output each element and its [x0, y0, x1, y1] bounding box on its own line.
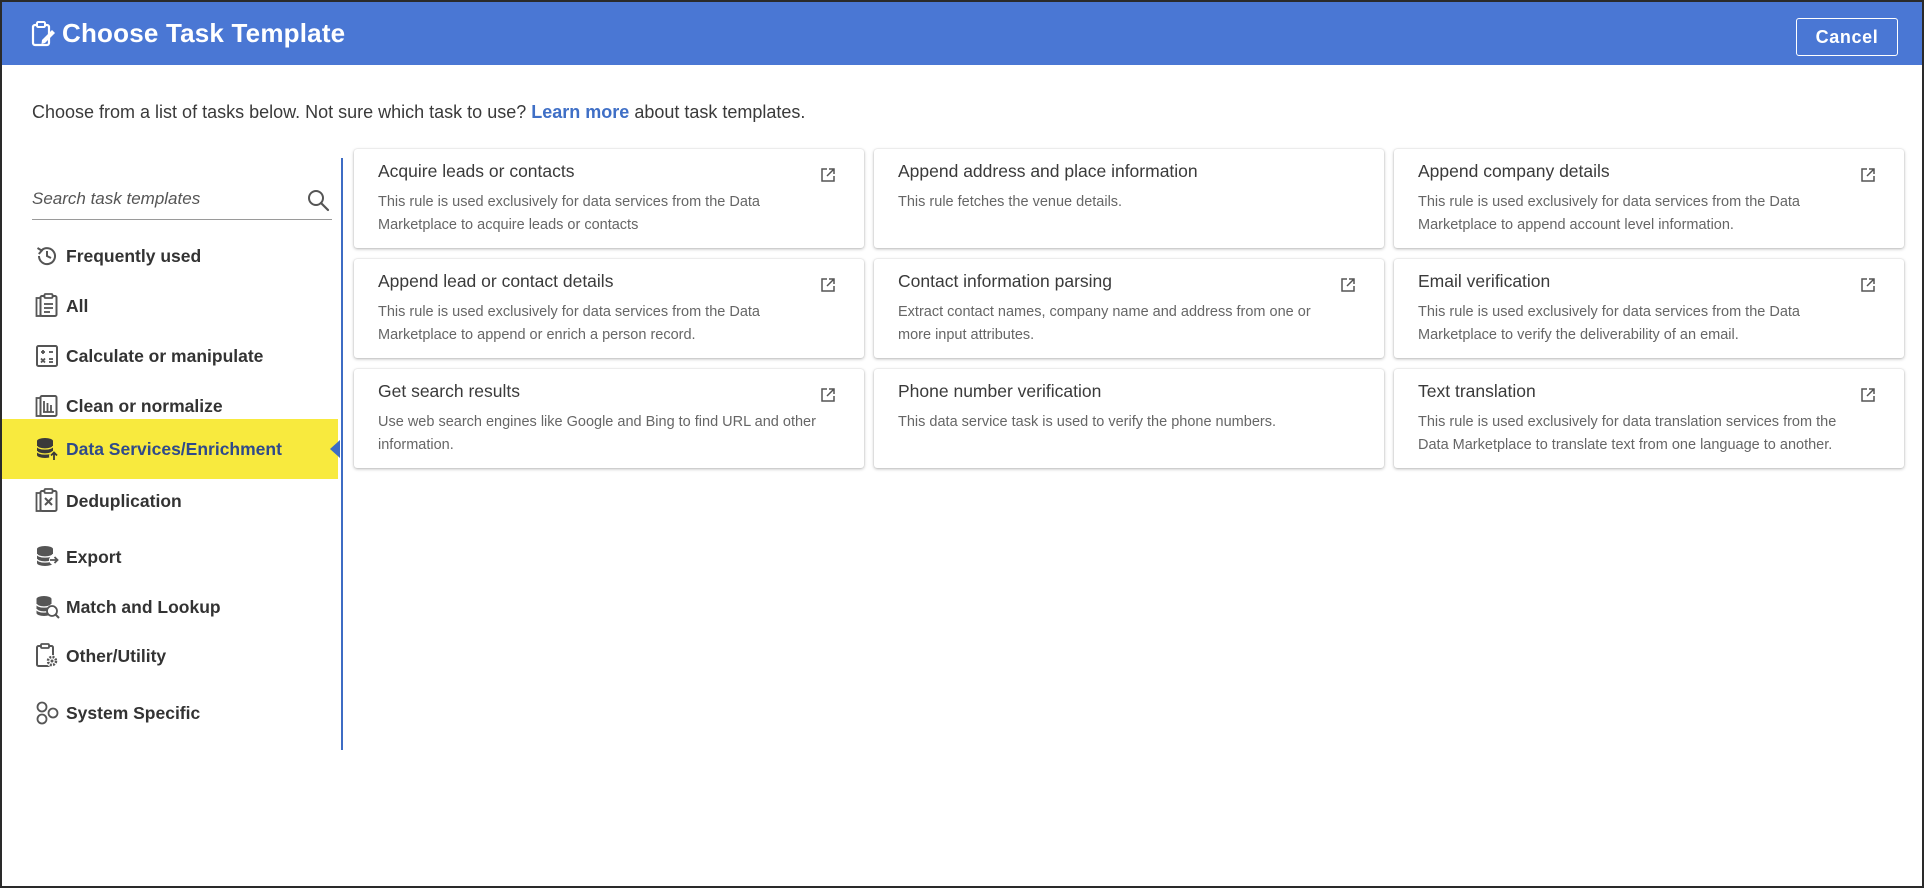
calculator-icon: [34, 343, 60, 369]
search-icon[interactable]: [306, 188, 330, 212]
dialog-header: Choose Task Template Cancel: [2, 2, 1922, 65]
clipboard-edit-icon: [30, 20, 56, 48]
category-sidebar: Frequently used All: [2, 152, 342, 752]
template-card-append-company[interactable]: Append company details This rule is used…: [1394, 149, 1904, 248]
shapes-icon: [34, 700, 60, 726]
card-description: This rule fetches the venue details.: [898, 194, 1123, 210]
external-link-icon[interactable]: [820, 277, 836, 293]
sidebar-item-data-services-enrichment[interactable]: Data Services/Enrichment: [2, 419, 340, 479]
template-card-contact-parsing[interactable]: Contact information parsing Extract cont…: [874, 259, 1384, 358]
sidebar-item-label: Export: [66, 546, 122, 567]
cancel-button[interactable]: Cancel: [1796, 18, 1898, 56]
sidebar-item-system-specific[interactable]: System Specific: [2, 684, 340, 742]
external-link-icon[interactable]: [1340, 277, 1356, 293]
card-title: Get search results: [378, 381, 520, 401]
sidebar-item-label: Frequently used: [66, 245, 202, 266]
intro-before: Choose from a list of tasks below. Not s…: [32, 102, 527, 122]
card-title: Email verification: [1418, 271, 1551, 291]
task-template-dialog: Choose Task Template Cancel Choose from …: [0, 0, 1924, 888]
card-title: Append address and place information: [898, 161, 1198, 181]
card-title: Append lead or contact details: [378, 271, 614, 291]
template-card-append-lead[interactable]: Append lead or contact details This rule…: [354, 259, 864, 358]
database-search-icon: [34, 594, 60, 620]
card-description: This rule is used exclusively for data s…: [1418, 194, 1800, 233]
clipboard-gear-icon: [34, 643, 60, 669]
sidebar-item-label: Data Services/Enrichment: [66, 438, 282, 459]
sidebar-divider: [341, 158, 343, 750]
card-description: Use web search engines like Google and B…: [378, 414, 816, 453]
sidebar-item-label: Other/Utility: [66, 645, 167, 666]
sidebar-item-other-utility[interactable]: Other/Utility: [2, 627, 340, 685]
history-icon: [34, 243, 60, 269]
database-enrich-icon: [34, 436, 60, 462]
search-input[interactable]: [32, 184, 292, 214]
card-title: Acquire leads or contacts: [378, 161, 575, 181]
card-title: Text translation: [1418, 381, 1536, 401]
sidebar-item-label: Deduplication: [66, 490, 182, 511]
external-link-icon[interactable]: [1860, 167, 1876, 183]
clipboard-list-icon: [34, 293, 60, 319]
dialog-title: Choose Task Template: [62, 18, 346, 48]
intro-text: Choose from a list of tasks below. Not s…: [32, 102, 805, 123]
sidebar-item-label: Clean or normalize: [66, 395, 223, 416]
card-description: This rule is used exclusively for data s…: [378, 304, 760, 343]
external-link-icon[interactable]: [820, 167, 836, 183]
card-title: Phone number verification: [898, 381, 1102, 401]
search-box: [32, 182, 332, 220]
card-description: This rule is used exclusively for data t…: [1418, 414, 1837, 453]
template-card-search-results[interactable]: Get search results Use web search engine…: [354, 369, 864, 468]
card-description: This data service task is used to verify…: [898, 414, 1276, 430]
template-card-phone-verification[interactable]: Phone number verification This data serv…: [874, 369, 1384, 468]
template-card-acquire-leads[interactable]: Acquire leads or contacts This rule is u…: [354, 149, 864, 248]
card-title: Contact information parsing: [898, 271, 1112, 291]
external-link-icon[interactable]: [820, 387, 836, 403]
external-link-icon[interactable]: [1860, 387, 1876, 403]
sidebar-item-label: Match and Lookup: [66, 596, 221, 617]
sidebar-item-label: System Specific: [66, 702, 201, 723]
sidebar-item-label: Calculate or manipulate: [66, 345, 264, 366]
card-title: Append company details: [1418, 161, 1610, 181]
sidebar-item-label: All: [66, 295, 89, 316]
active-indicator: [330, 440, 340, 458]
external-link-icon[interactable]: [1860, 277, 1876, 293]
template-card-email-verification[interactable]: Email verification This rule is used exc…: [1394, 259, 1904, 358]
title-wrap: Choose Task Template: [30, 18, 345, 49]
clean-list-icon: [34, 393, 60, 419]
template-card-append-address[interactable]: Append address and place information Thi…: [874, 149, 1384, 248]
database-export-icon: [34, 544, 60, 570]
card-description: This rule is used exclusively for data s…: [378, 194, 760, 233]
sidebar-item-deduplication[interactable]: Deduplication: [2, 472, 340, 530]
intro-after: about task templates.: [634, 102, 806, 122]
card-description: Extract contact names, company name and …: [898, 304, 1311, 343]
clipboard-x-icon: [34, 488, 60, 514]
template-card-text-translation[interactable]: Text translation This rule is used exclu…: [1394, 369, 1904, 468]
learn-more-link[interactable]: Learn more: [531, 102, 629, 122]
card-description: This rule is used exclusively for data s…: [1418, 304, 1800, 343]
